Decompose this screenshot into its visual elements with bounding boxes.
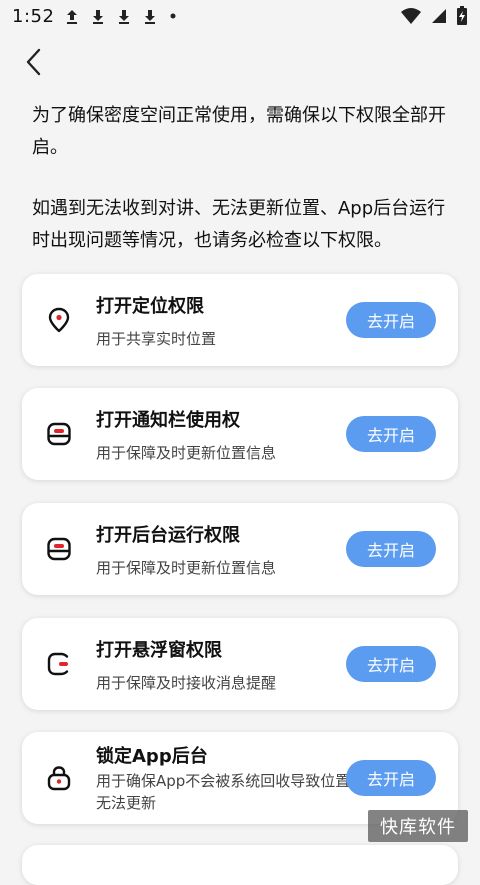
chevron-left-icon (26, 48, 41, 76)
intro-paragraph-1: 为了确保密度空间正常使用，需确保以下权限全部开启。 (32, 100, 452, 164)
card-title: 打开后台运行权限 (96, 525, 240, 546)
partial-card (22, 845, 458, 885)
card-subtitle: 用于共享实时位置 (96, 330, 217, 348)
battery-charging-icon (456, 6, 468, 26)
location-pin-icon (44, 305, 74, 335)
dot-icon (168, 7, 178, 25)
intro-paragraph-2: 如遇到无法收到对讲、无法更新位置、App后台运行时出现问题等情况，也请务必检查以… (32, 193, 452, 257)
enable-location-button[interactable]: 去开启 (346, 302, 436, 338)
download-icon (90, 7, 106, 25)
lock-app-button[interactable]: 去开启 (346, 760, 436, 796)
back-button[interactable] (20, 44, 48, 80)
status-right (400, 6, 468, 26)
enable-notification-button[interactable]: 去开启 (346, 416, 436, 452)
card-subtitle: 用于确保App不会被系统回收导致位置无法更新 (96, 772, 351, 812)
card-title: 打开悬浮窗权限 (96, 640, 222, 661)
card-subtitle: 用于保障及时更新位置信息 (96, 559, 277, 577)
card-subtitle: 用于保障及时更新位置信息 (96, 444, 277, 462)
status-bar: 1:52 (0, 0, 480, 32)
watermark: 快库软件 (368, 810, 468, 842)
card-subtitle: 用于保障及时接收消息提醒 (96, 674, 277, 692)
download-icon (116, 7, 132, 25)
lock-icon (44, 763, 74, 793)
permission-card-location: 打开定位权限 用于共享实时位置 去开启 (22, 274, 458, 366)
permission-card-notification: 打开通知栏使用权 用于保障及时更新位置信息 去开启 (22, 388, 458, 480)
card-title: 打开通知栏使用权 (96, 410, 240, 431)
floating-window-icon (44, 649, 74, 679)
background-run-icon (44, 534, 74, 564)
enable-floating-window-button[interactable]: 去开启 (346, 646, 436, 682)
upload-icon (64, 7, 80, 25)
download-icon (142, 7, 158, 25)
status-time: 1:52 (12, 5, 55, 27)
intro-text-2: 如遇到无法收到对讲、无法更新位置、App后台运行时出现问题等情况，也请务必检查以… (32, 198, 446, 251)
card-title: 打开定位权限 (96, 296, 204, 317)
notification-bar-icon (44, 419, 74, 449)
intro-text-1: 为了确保密度空间正常使用，需确保以下权限全部开启。 (32, 105, 446, 158)
cellular-signal-icon (430, 7, 448, 25)
permission-card-background: 打开后台运行权限 用于保障及时更新位置信息 去开启 (22, 503, 458, 595)
enable-background-button[interactable]: 去开启 (346, 531, 436, 567)
permission-card-floating-window: 打开悬浮窗权限 用于保障及时接收消息提醒 去开启 (22, 618, 458, 710)
wifi-icon (400, 7, 422, 25)
status-left: 1:52 (12, 6, 178, 27)
card-title: 锁定App后台 (96, 746, 208, 767)
